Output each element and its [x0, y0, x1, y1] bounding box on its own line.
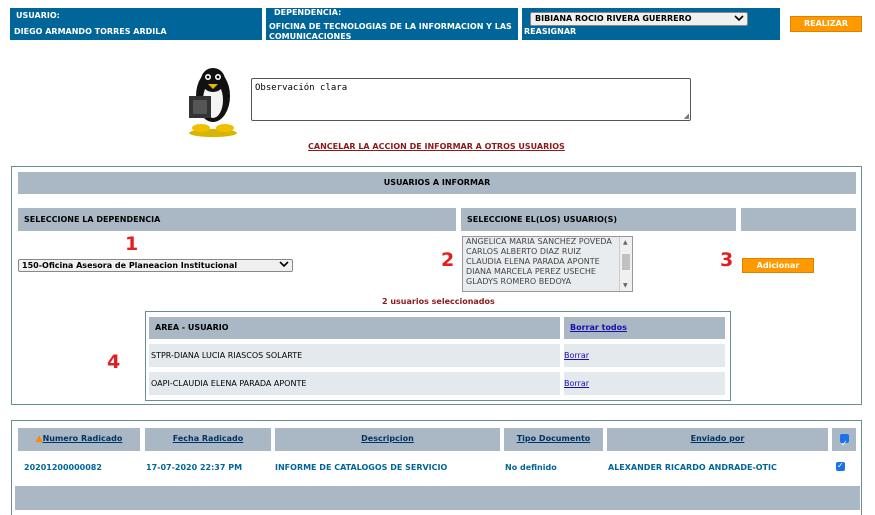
listbox-option[interactable]: CARLOS ALBERTO DIAZ RUIZ	[463, 247, 632, 257]
th-fecha-radicado[interactable]: Fecha Radicado	[145, 428, 271, 451]
scroll-thumb[interactable]	[622, 254, 630, 270]
chevron-down-icon	[734, 14, 744, 26]
scroll-up-icon[interactable]: ▲	[623, 239, 628, 246]
usuario-label: USUARIO:	[16, 11, 60, 20]
reasignar-label: REASIGNAR	[524, 27, 577, 36]
marker-4: 4	[107, 351, 121, 373]
th-numero-radicado[interactable]: ▲Numero Radicado	[18, 428, 140, 451]
marker-1: 1	[125, 233, 139, 255]
reasignar-select[interactable]: BIBIANA ROCIO RIVERA GUERRERO	[530, 12, 748, 26]
listbox-scrollbar[interactable]: ▲ ▼	[619, 237, 632, 291]
informar-title: USUARIOS A INFORMAR	[383, 178, 491, 187]
selected-row-action: Borrar	[564, 372, 725, 395]
marker-3: 3	[720, 249, 734, 271]
radicados-footer-bar	[15, 486, 860, 510]
realizar-button[interactable]: REALIZAR	[790, 16, 862, 32]
scroll-down-icon[interactable]: ▼	[623, 282, 628, 289]
td-fecha: 17-07-2020 22:37 PM	[146, 463, 243, 472]
cancel-informar-link[interactable]: CANCELAR LA ACCION DE INFORMAR A OTROS U…	[308, 142, 565, 151]
select-all-checkbox[interactable]	[840, 433, 849, 454]
adicionar-button[interactable]: Adicionar	[742, 258, 814, 273]
th-enviado-por[interactable]: Enviado por	[607, 428, 828, 451]
th-descripcion[interactable]: Descripcion	[275, 428, 500, 451]
marker-2: 2	[441, 249, 455, 271]
th-fecha-radicado-label[interactable]: Fecha Radicado	[173, 434, 244, 443]
td-numero[interactable]: 20201200000082	[24, 463, 102, 473]
resize-grip-icon: ◢	[683, 112, 689, 120]
dependencia-label: DEPENDENCIA:	[274, 8, 342, 17]
th-enviado-por-label[interactable]: Enviado por	[691, 434, 745, 443]
observation-textarea[interactable]: Observación clara ◢	[251, 78, 691, 121]
borrar-todos-link[interactable]: Borrar todos	[570, 323, 627, 332]
action-header	[741, 208, 856, 231]
selected-count: 2 usuarios seleccionados	[382, 297, 495, 306]
users-header: SELECCIONE EL(LOS) USUARIO(S)	[461, 208, 736, 231]
th-tipo-documento[interactable]: Tipo Documento	[504, 428, 603, 451]
dependencia-cell: DEPENDENCIA: OFICINA DE TECNOLOGIAS DE L…	[266, 8, 518, 41]
listbox-option[interactable]: DIANA MARCELA PEREZ USECHE	[463, 267, 632, 277]
selected-row-area: OAPI-CLAUDIA ELENA PARADA APONTE	[149, 372, 560, 395]
dependencia-name: OFICINA DE TECNOLOGIAS DE LA INFORMACION…	[269, 22, 512, 41]
area-usuario-header: AREA - USUARIO	[149, 317, 560, 339]
usuario-cell: USUARIO: DIEGO ARMANDO TORRES ARDILA	[10, 8, 262, 40]
borrar-link[interactable]: Borrar	[564, 351, 589, 360]
dep-header: SELECCIONE LA DEPENDENCIA	[18, 208, 456, 231]
td-enviado: ALEXANDER RICARDO ANDRADE-OTIC	[608, 463, 777, 472]
selected-row-area: STPR-DIANA LUCIA RIASCOS SOLARTE	[149, 344, 560, 367]
sort-up-icon[interactable]: ▲	[36, 434, 43, 444]
observation-text: Observación clara	[255, 83, 348, 93]
selected-row-area-text: OAPI-CLAUDIA ELENA PARADA APONTE	[151, 379, 307, 388]
reasignar-cell: BIBIANA ROCIO RIVERA GUERRERO REASIGNAR	[522, 8, 780, 40]
th-select-all	[832, 428, 856, 454]
borrar-link[interactable]: Borrar	[564, 379, 589, 388]
dep-header-label: SELECCIONE LA DEPENDENCIA	[24, 215, 161, 224]
dependencia-select[interactable]: 150-Oficina Asesora de Planeacion Instit…	[18, 259, 293, 272]
td-descripcion: INFORME DE CATALOGOS DE SERVICIO	[275, 463, 448, 472]
area-usuario-label: AREA - USUARIO	[155, 323, 229, 332]
informar-title-bar: USUARIOS A INFORMAR	[18, 172, 856, 194]
listbox-option[interactable]: ANGELICA MARIA SANCHEZ POVEDA	[463, 237, 632, 247]
usuarios-listbox[interactable]: ANGELICA MARIA SANCHEZ POVEDA CARLOS ALB…	[462, 236, 633, 292]
td-tipo: No definido	[505, 463, 557, 472]
dependencia-selected: 150-Oficina Asesora de Planeacion Instit…	[22, 261, 238, 270]
users-header-label: SELECCIONE EL(LOS) USUARIO(S)	[467, 215, 617, 224]
selected-row-area-text: STPR-DIANA LUCIA RIASCOS SOLARTE	[151, 351, 303, 360]
usuario-name: DIEGO ARMANDO TORRES ARDILA	[14, 27, 167, 36]
listbox-option[interactable]: CLAUDIA ELENA PARADA APONTE	[463, 257, 632, 267]
th-tipo-documento-label[interactable]: Tipo Documento	[517, 434, 591, 443]
th-numero-radicado-label[interactable]: Numero Radicado	[43, 434, 123, 443]
listbox-option[interactable]: GLADYS ROMERO BEDOYA	[463, 277, 632, 287]
borrar-todos-header: Borrar todos	[564, 317, 725, 339]
reasignar-selected: BIBIANA ROCIO RIVERA GUERRERO	[535, 14, 692, 23]
selected-row-action: Borrar	[564, 344, 725, 367]
penguin-icon	[183, 62, 243, 138]
th-descripcion-label[interactable]: Descripcion	[361, 434, 414, 443]
chevron-down-icon	[279, 260, 289, 271]
row-checkbox[interactable]	[836, 461, 845, 471]
